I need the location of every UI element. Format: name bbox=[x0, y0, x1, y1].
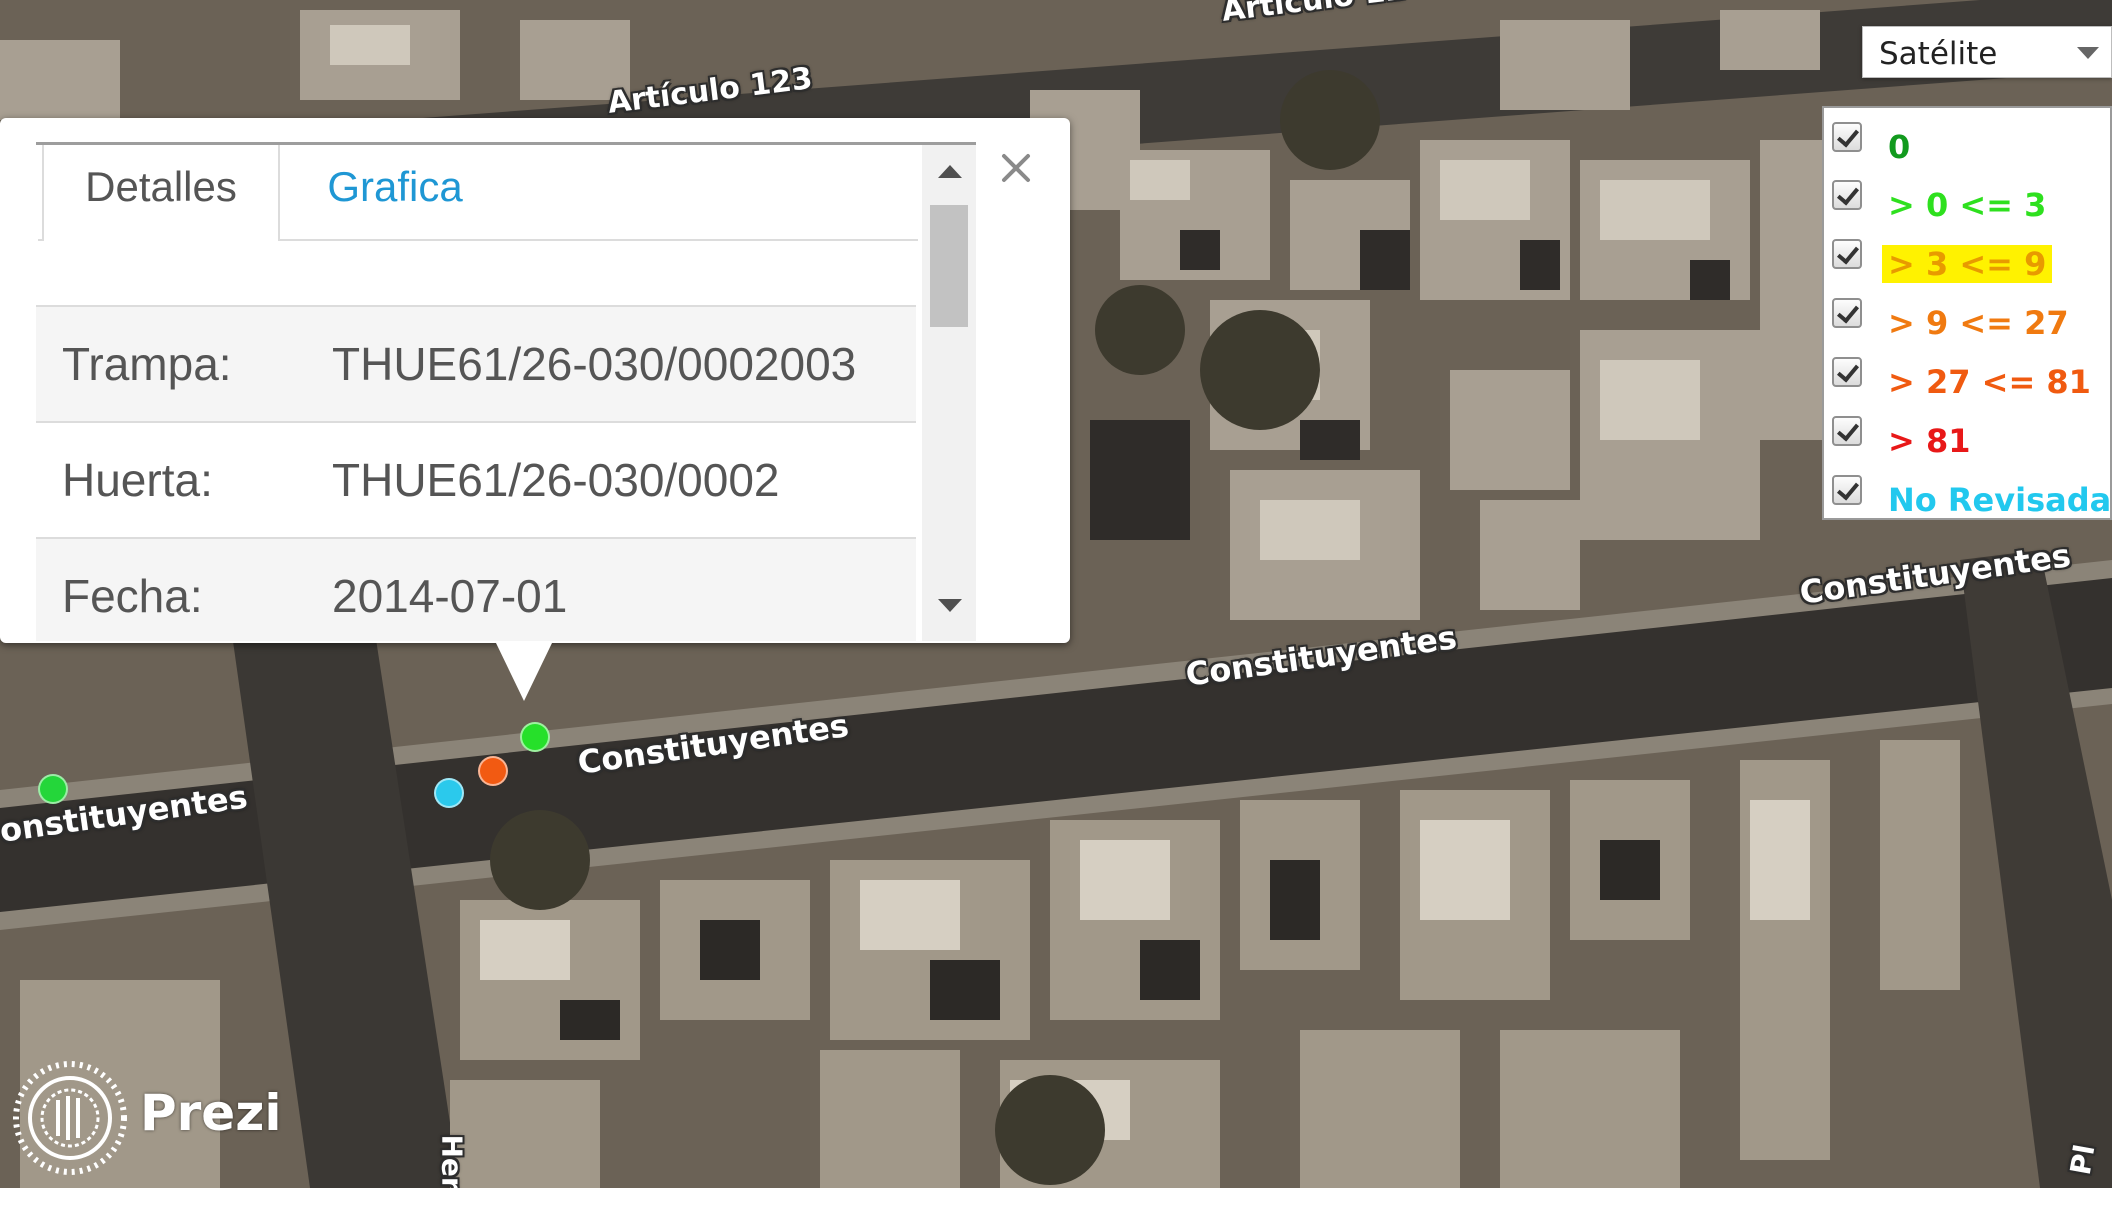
trap-marker-selected[interactable] bbox=[520, 722, 550, 752]
legend-item-27-81[interactable]: > 27 <= 81 bbox=[1832, 353, 2108, 405]
legend-label: 0 bbox=[1888, 128, 1911, 166]
scroll-down-arrow-icon[interactable] bbox=[938, 599, 962, 612]
tab-grafica[interactable]: Grafica bbox=[280, 145, 510, 239]
close-button[interactable] bbox=[996, 148, 1036, 188]
tab-detalles[interactable]: Detalles bbox=[42, 145, 280, 241]
details-value: THUE61/26-030/0002003 bbox=[332, 338, 857, 390]
legend-item-0[interactable]: 0 bbox=[1832, 118, 2108, 170]
legend-label: No Revisada bbox=[1888, 481, 2112, 519]
details-row-fecha: Fecha: 2014-07-01 bbox=[36, 539, 916, 641]
details-key: Fecha: bbox=[62, 570, 203, 622]
legend-checkbox[interactable] bbox=[1832, 416, 1862, 446]
details-row-huerta: Huerta: THUE61/26-030/0002 bbox=[36, 423, 916, 539]
legend-item-3-9[interactable]: > 3 <= 9 bbox=[1832, 235, 2108, 287]
legend-label: > 0 <= 3 bbox=[1888, 186, 2047, 224]
map-type-select[interactable]: Satélite bbox=[1862, 26, 2112, 78]
details-table: Trampa: THUE61/26-030/0002003 Huerta: TH… bbox=[36, 305, 916, 641]
info-window-pointer bbox=[496, 643, 552, 701]
map-type-label: Satélite bbox=[1879, 36, 1998, 72]
details-row-trampa: Trampa: THUE61/26-030/0002003 bbox=[36, 307, 916, 423]
close-icon bbox=[1002, 154, 1030, 182]
prezi-watermark: Prezi bbox=[12, 1060, 282, 1180]
legend-checkbox[interactable] bbox=[1832, 122, 1862, 152]
legend-item-81[interactable]: > 81 bbox=[1832, 412, 2108, 464]
legend-checkbox[interactable] bbox=[1832, 239, 1862, 269]
details-value: THUE61/26-030/0002 bbox=[332, 454, 780, 506]
trap-marker[interactable] bbox=[478, 756, 508, 786]
legend-checkbox[interactable] bbox=[1832, 180, 1862, 210]
details-key: Huerta: bbox=[62, 454, 213, 506]
legend-checkbox[interactable] bbox=[1832, 357, 1862, 387]
legend-label: > 9 <= 27 bbox=[1888, 304, 2069, 342]
street-label-pl: Pl bbox=[2063, 1141, 2102, 1178]
legend-label: > 27 <= 81 bbox=[1888, 363, 2091, 401]
legend-label: > 81 bbox=[1888, 422, 1971, 460]
legend-item-no-revisada[interactable]: No Revisada bbox=[1832, 471, 2112, 523]
prezi-logo-icon bbox=[13, 1061, 127, 1175]
details-key: Trampa: bbox=[62, 338, 232, 390]
info-window-content: Detalles Grafica Trampa: THUE61/26-030/0… bbox=[36, 142, 976, 641]
prezi-wordmark: Prezi bbox=[140, 1084, 282, 1142]
details-value: 2014-07-01 bbox=[332, 570, 568, 622]
legend-item-9-27[interactable]: > 9 <= 27 bbox=[1832, 294, 2108, 346]
scrollbar-thumb[interactable] bbox=[930, 205, 968, 327]
info-window: Detalles Grafica Trampa: THUE61/26-030/0… bbox=[0, 118, 1070, 701]
scroll-up-arrow-icon[interactable] bbox=[938, 165, 962, 178]
trap-marker[interactable] bbox=[38, 774, 68, 804]
legend-checkbox[interactable] bbox=[1832, 298, 1862, 328]
chevron-down-icon bbox=[2077, 47, 2099, 59]
street-label-hero: Hero bbox=[435, 1134, 469, 1189]
scrollbar[interactable] bbox=[922, 145, 976, 641]
legend-checkbox[interactable] bbox=[1832, 475, 1862, 505]
trap-marker[interactable] bbox=[434, 778, 464, 808]
legend-item-0-3[interactable]: > 0 <= 3 bbox=[1832, 176, 2108, 228]
legend-panel: 0 > 0 <= 3 > 3 <= 9 > 9 <= 27 > 27 <= 81… bbox=[1822, 106, 2112, 520]
tab-bar: Detalles Grafica bbox=[38, 145, 918, 241]
legend-label: > 3 <= 9 bbox=[1882, 245, 2053, 283]
